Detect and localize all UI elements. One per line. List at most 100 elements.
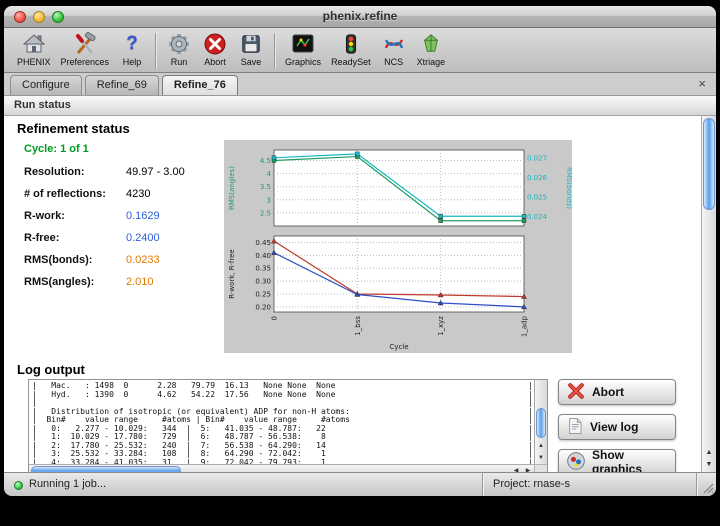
svg-text:0.024: 0.024 [527, 213, 548, 221]
stat-label: R-free: [24, 232, 126, 244]
close-window-button[interactable] [14, 11, 26, 23]
refinement-row: Cycle: 1 of 1 Resolution: 49.97 - 3.00 #… [4, 138, 701, 353]
run-status-content: Refinement status Cycle: 1 of 1 Resoluti… [4, 116, 701, 472]
toolbar-graphics-button[interactable]: Graphics [280, 30, 326, 72]
show-graphics-button-label: Show graphics [592, 448, 668, 472]
graphics-viewer-icon [291, 31, 315, 57]
phenix-home-icon [22, 31, 46, 57]
toolbar-separator [274, 33, 275, 69]
show-graphics-icon [566, 451, 586, 473]
show-graphics-button[interactable]: Show graphics [558, 449, 676, 472]
stat-value: 2.010 [126, 276, 154, 288]
toolbar-preferences-button[interactable]: Preferences [56, 30, 115, 72]
log-horizontal-scrollbar[interactable]: ◀ ▶ [29, 464, 534, 472]
toolbar-label: Xtriage [417, 57, 446, 67]
main-scrollbar[interactable]: ▲ ▼ [701, 116, 716, 472]
refinement-status-title: Refinement status [17, 121, 701, 136]
log-output-box[interactable]: | Mac. : 1498 0 2.28 79.79 16.13 None No… [28, 379, 548, 472]
stat-rms-angles: RMS(angles): 2.010 [24, 276, 224, 288]
tab-refine-69[interactable]: Refine_69 [85, 75, 159, 95]
resize-grip[interactable] [701, 481, 714, 494]
svg-text:Cycle: Cycle [389, 343, 408, 351]
svg-text:0.20: 0.20 [255, 303, 271, 311]
project-label: Project: rnase-s [493, 473, 570, 496]
statusbar-divider [696, 473, 697, 496]
toolbar-label: Help [123, 57, 142, 67]
run-status-header: Run status [4, 96, 716, 116]
toolbar-label: Graphics [285, 57, 321, 67]
scroll-up-icon[interactable]: ▲ [702, 447, 716, 459]
stat-value: 49.97 - 3.00 [126, 166, 185, 178]
svg-text:0.40: 0.40 [255, 252, 271, 260]
log-output-title: Log output [17, 362, 701, 377]
readyset-traffic-light-icon [340, 31, 362, 57]
view-log-icon [566, 416, 584, 439]
running-led-icon [14, 481, 23, 490]
stat-value: 0.1629 [126, 210, 160, 222]
stat-rms-bonds: RMS(bonds): 0.0233 [24, 254, 224, 266]
log-vertical-scrollbar[interactable]: ▲ ▼ [534, 380, 547, 464]
close-tab-icon[interactable]: × [698, 77, 706, 90]
refinement-chart: 2.533.544.50.0240.0250.0260.027RMS(angle… [224, 140, 572, 353]
view-log-button[interactable]: View log [558, 414, 676, 440]
abort-button[interactable]: Abort [558, 379, 676, 405]
main-scrollbar-thumb[interactable] [703, 118, 715, 210]
stat-label: # of reflections: [24, 188, 126, 200]
toolbar-label: Preferences [61, 57, 110, 67]
svg-text:0.026: 0.026 [527, 174, 548, 182]
toolbar-label: Run [171, 57, 188, 67]
zoom-window-button[interactable] [52, 11, 64, 23]
run-status-panel: Refinement status Cycle: 1 of 1 Resoluti… [4, 116, 716, 472]
toolbar-label: Abort [204, 57, 226, 67]
stat-label: RMS(angles): [24, 276, 126, 288]
traffic-lights [14, 11, 64, 23]
scroll-up-icon[interactable]: ▲ [535, 440, 547, 452]
status-bar: Running 1 job... Project: rnase-s [4, 472, 716, 496]
toolbar-run-button[interactable]: Run [161, 30, 197, 72]
svg-text:3: 3 [267, 196, 271, 204]
toolbar-xtriage-button[interactable]: Xtriage [412, 30, 451, 72]
svg-text:4.5: 4.5 [260, 157, 271, 165]
toolbar-separator [155, 33, 156, 69]
refinement-chart-svg: 2.533.544.50.0240.0250.0260.027RMS(angle… [224, 140, 572, 353]
tab-configure[interactable]: Configure [10, 75, 82, 95]
log-vscroll-thumb[interactable] [536, 408, 546, 438]
tab-refine-76[interactable]: Refine_76 [162, 75, 238, 95]
toolbar-phenix-button[interactable]: PHENIX [12, 30, 56, 72]
stat-label: R-work: [24, 210, 126, 222]
stat-label: Resolution: [24, 166, 126, 178]
window-title: phenix.refine [4, 6, 716, 27]
svg-text:0: 0 [271, 316, 279, 320]
toolbar-ncs-button[interactable]: NCS [376, 30, 412, 72]
svg-text:4: 4 [267, 170, 272, 178]
cycle-status: Cycle: 1 of 1 [24, 143, 224, 155]
scroll-left-icon[interactable]: ◀ [510, 465, 522, 472]
minimize-window-button[interactable] [33, 11, 45, 23]
toolbar-abort-button[interactable]: Abort [197, 30, 233, 72]
svg-text:1_bss: 1_bss [354, 316, 362, 336]
svg-text:0.027: 0.027 [527, 154, 547, 162]
svg-text:0.25: 0.25 [255, 290, 271, 298]
stat-r-work: R-work: 0.1629 [24, 210, 224, 222]
action-buttons: Abort View log Show graphics [558, 379, 676, 472]
scroll-right-icon[interactable]: ▶ [522, 465, 534, 472]
run-gear-icon [167, 31, 191, 57]
toolbar-readyset-button[interactable]: ReadySet [326, 30, 376, 72]
preferences-tools-icon [73, 31, 97, 57]
phenix-refine-window: phenix.refine PHENIX Preferences ? Help … [4, 6, 716, 496]
ncs-icon [382, 31, 406, 57]
stat-reflections: # of reflections: 4230 [24, 188, 224, 200]
toolbar-help-button[interactable]: ? Help [114, 30, 150, 72]
scroll-down-icon[interactable]: ▼ [535, 452, 547, 464]
titlebar[interactable]: phenix.refine [4, 6, 716, 28]
status-message: Running 1 job... [29, 473, 106, 496]
toolbar-label: PHENIX [17, 57, 51, 67]
view-log-button-label: View log [590, 420, 638, 434]
toolbar-save-button[interactable]: Save [233, 30, 269, 72]
scroll-down-icon[interactable]: ▼ [702, 459, 716, 471]
svg-text:1_xyz: 1_xyz [437, 316, 445, 336]
svg-text:3.5: 3.5 [260, 183, 271, 191]
svg-text:2.5: 2.5 [260, 209, 271, 217]
abort-stop-icon [203, 31, 227, 57]
svg-text:0.35: 0.35 [255, 265, 271, 273]
